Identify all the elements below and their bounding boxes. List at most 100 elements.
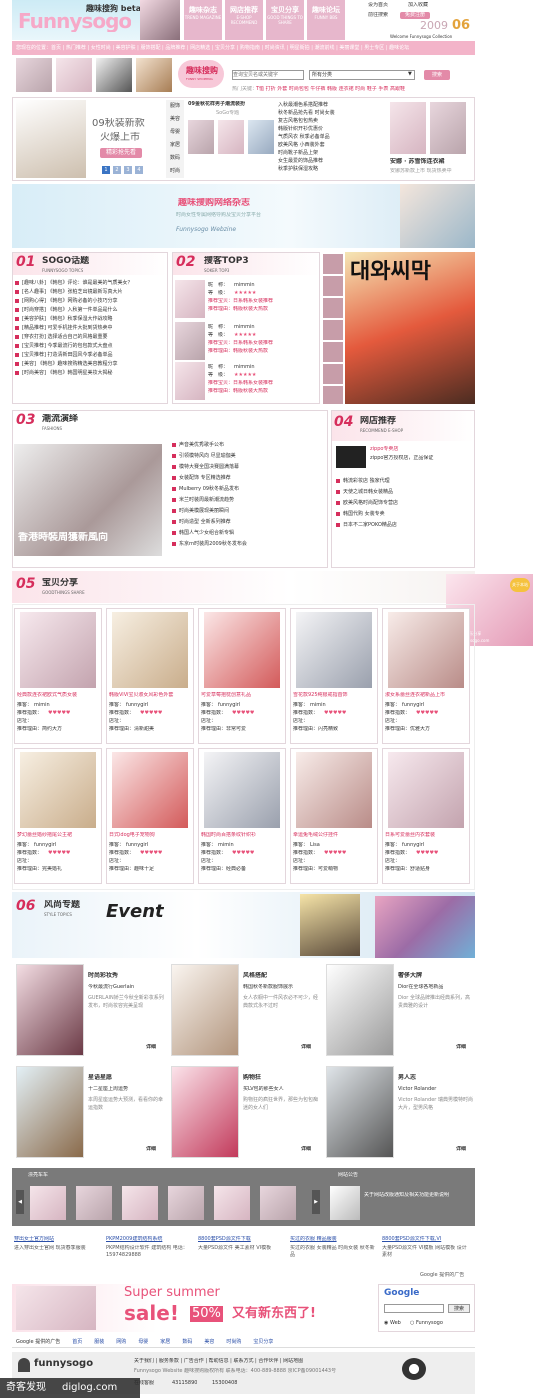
fashion-item[interactable]: 女装配饰 专区精选推荐: [172, 473, 322, 484]
topic-image[interactable]: [171, 964, 239, 1056]
promo-list-item[interactable]: 韩版针织开衫优惠价: [278, 125, 382, 133]
soker-rec-2[interactable]: 推荐宝贝：日系韩系女装推荐: [208, 340, 318, 347]
topic-image[interactable]: [16, 964, 84, 1056]
footer-logo[interactable]: funnysogo: [34, 1358, 93, 1370]
footer-qq-2[interactable]: 15300408: [212, 1380, 237, 1387]
share-card-user[interactable]: Lisa: [310, 842, 320, 849]
carousel-thumb-2[interactable]: [76, 1186, 112, 1220]
right-product-title[interactable]: 安娜 · 苏雪饰连衣裙: [390, 158, 472, 165]
share-card-image[interactable]: [204, 612, 280, 688]
fashion-item[interactable]: 模特大赛全国决赛圆满落幕: [172, 462, 322, 473]
bottom-nav-item[interactable]: 美容: [204, 1336, 214, 1347]
product-image-1[interactable]: [188, 120, 214, 154]
nav-share[interactable]: 宝贝分享 GOOD THINGS TO SHARE: [266, 0, 304, 40]
fashion-item[interactable]: 声音美优秀歌手公布: [172, 440, 322, 451]
hot-keywords[interactable]: T恤 打折 外套 时尚包包 牛仔裤 韩版 连衣裙 时尚 鞋子 手表 高跟鞋: [256, 86, 446, 93]
zippo-logo[interactable]: [336, 446, 366, 468]
carousel-thumb-6[interactable]: [260, 1186, 296, 1220]
right-product-image-2[interactable]: [430, 102, 466, 154]
topic-item[interactable]: [穿衣打扮] 选择适合自己的风格最重要: [15, 333, 165, 342]
shop-item[interactable]: 天使之城日韩女装精品: [336, 487, 472, 498]
bottom-nav-google[interactable]: Google 提供的广告: [16, 1336, 60, 1347]
promo-list-item[interactable]: 气质风衣 秋季必备单品: [278, 133, 382, 141]
soker-rec-3[interactable]: 推荐宝贝：日系韩系女装推荐: [208, 380, 318, 387]
search-input[interactable]: [232, 70, 304, 80]
bottom-nav-item[interactable]: 首页: [72, 1336, 82, 1347]
thumb-shoes[interactable]: [96, 58, 132, 92]
promo-page-2[interactable]: 2: [113, 166, 121, 174]
google-search-input[interactable]: [384, 1304, 444, 1313]
share-card-image[interactable]: [20, 612, 96, 688]
soker-name-3[interactable]: mimmin: [234, 364, 255, 371]
thumb-model-1[interactable]: [16, 58, 52, 92]
soker-name-1[interactable]: mimmin: [234, 282, 255, 289]
product-title[interactable]: 09金秋花样男子潮流装扮: [188, 101, 276, 108]
side-tab-6[interactable]: 时尚: [166, 165, 184, 178]
share-card-user[interactable]: mimin: [310, 702, 326, 709]
notice-image[interactable]: [330, 1186, 360, 1220]
topic-title[interactable]: 时尚彩妆秀: [88, 972, 162, 979]
side-tab-5[interactable]: 数码: [166, 152, 184, 165]
share-card-image[interactable]: [20, 752, 96, 828]
bottom-nav-item[interactable]: 时尚购: [226, 1336, 241, 1347]
share-card-image[interactable]: [112, 612, 188, 688]
topic-image[interactable]: [326, 1066, 394, 1158]
topic-item[interactable]: [名人趣事] 《韩包》张柏芝出镜最新写真大片: [15, 288, 165, 297]
register-button[interactable]: 免费注册: [400, 12, 430, 19]
share-card-user[interactable]: funnygirl: [402, 842, 424, 849]
share-card-title[interactable]: 梦幻蕾丝婚纱拖尾公主裙: [17, 832, 101, 839]
topic-image[interactable]: [16, 1066, 84, 1158]
topic-more-link[interactable]: 详细: [301, 1044, 311, 1051]
share-card-image[interactable]: [388, 612, 464, 688]
share-card-user[interactable]: funnygirl: [126, 842, 148, 849]
carousel-thumb-1[interactable]: [30, 1186, 66, 1220]
shop-item[interactable]: 欧美风格时尚配饰专营店: [336, 498, 472, 509]
promo-list-item[interactable]: 秋冬新品抢先看 时尚女装: [278, 109, 382, 117]
carousel-thumb-5[interactable]: [214, 1186, 250, 1220]
nav-magazine[interactable]: 趣味杂志 TREND MAGAZINE: [184, 0, 222, 40]
topic-title[interactable]: 奢侈大牌: [398, 972, 472, 979]
about-badge[interactable]: 关于本站: [510, 578, 530, 592]
notice-text[interactable]: 关于网站改版通知及相关功能更新说明: [364, 1192, 472, 1199]
topic-item[interactable]: [宝贝推荐] 今季最流行的包包款式大盘点: [15, 342, 165, 351]
fashion-item[interactable]: 时尚造型 全新系列推荐: [172, 517, 322, 528]
promo-tag[interactable]: 精彩抢先看: [100, 148, 142, 158]
product-image-2[interactable]: [218, 120, 244, 154]
ad-title[interactable]: 穿出女士官方网站: [14, 1236, 102, 1243]
ad-title[interactable]: 买过的衣服 精品服装: [290, 1236, 378, 1243]
side-tab-2[interactable]: 美容: [166, 113, 184, 126]
carousel-prev-icon[interactable]: ◀: [16, 1190, 24, 1214]
topic-title[interactable]: 男人志: [398, 1074, 472, 1081]
right-product-image-1[interactable]: [390, 102, 426, 154]
google-search-button[interactable]: 搜索: [448, 1304, 470, 1313]
shop-item[interactable]: 韩国代购 女装专卖: [336, 509, 472, 520]
promo-list-item[interactable]: 秋季护肤保湿攻略: [278, 165, 382, 173]
side-tab-3[interactable]: 母婴: [166, 126, 184, 139]
bottom-nav-item[interactable]: 母婴: [138, 1336, 148, 1347]
bookmark-link[interactable]: 加入收藏: [408, 2, 428, 9]
topic-item[interactable]: [精品推荐] 可爱手机挂件大批到货热卖中: [15, 324, 165, 333]
share-card-user[interactable]: funnygirl: [402, 702, 424, 709]
promo-page-1[interactable]: 1: [102, 166, 110, 174]
share-card-image[interactable]: [296, 612, 372, 688]
promo-list-item[interactable]: 欧美风格 小西装外套: [278, 141, 382, 149]
fashion-item[interactable]: 引领模特风向 尽显瑜伽美: [172, 451, 322, 462]
promo-list-item[interactable]: 女生最爱的饰品推荐: [278, 157, 382, 165]
fashion-item[interactable]: 时尚美模展现美丽瞬间: [172, 506, 322, 517]
topic-item[interactable]: [时尚美容] 《韩包》韩国明星美妆大揭秘: [15, 369, 165, 378]
topic-more-link[interactable]: 详细: [456, 1146, 466, 1153]
share-card-title[interactable]: 韩国时尚百搭条纹针织衫: [201, 832, 285, 839]
topic-item[interactable]: [趣味八卦] 《韩包》评论：谁是最美的气质美女？: [15, 279, 165, 288]
set-home-link[interactable]: 设为首页: [368, 2, 388, 9]
topic-image[interactable]: [326, 964, 394, 1056]
soker-rec-1[interactable]: 推荐宝贝：日系韩系女装推荐: [208, 298, 318, 305]
promo-list-item[interactable]: 入秋最潮色系搭配推荐: [278, 101, 382, 109]
radio-web[interactable]: ◉ Web: [384, 1320, 401, 1327]
promo-list-item[interactable]: 时尚靴子新品上架: [278, 149, 382, 157]
share-card-image[interactable]: [296, 752, 372, 828]
share-card-title[interactable]: 日系可爱蕾丝内衣套装: [385, 832, 469, 839]
topic-item[interactable]: [美容] 《韩包》趣味搜购精选美容教程分享: [15, 360, 165, 369]
share-card-user[interactable]: mimin: [34, 702, 50, 709]
ad-title[interactable]: 8800套PSD源文件下载: [198, 1236, 286, 1243]
shop1-name[interactable]: zippo专卖店: [370, 446, 470, 453]
